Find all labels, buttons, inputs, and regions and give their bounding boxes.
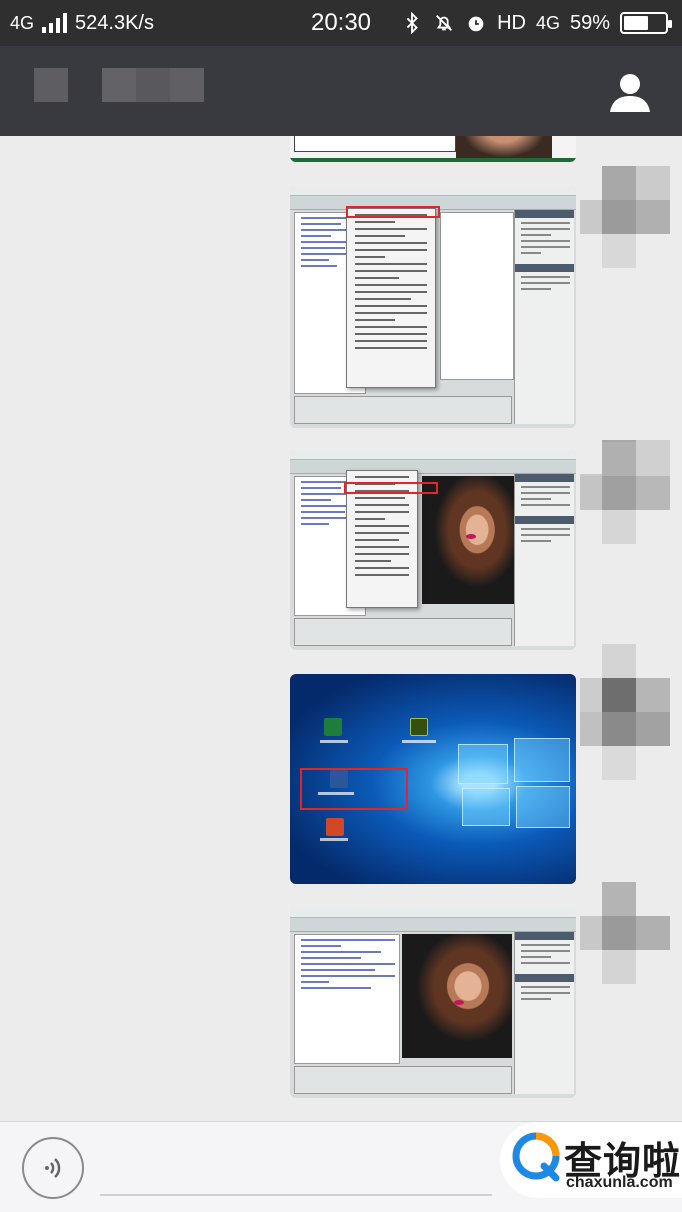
avatar-blurred[interactable] [580, 882, 682, 986]
image-message[interactable] [290, 186, 576, 428]
network-type-right: 4G [535, 12, 560, 33]
voice-icon[interactable] [22, 1137, 84, 1199]
status-bar: 4G 524.3K/s 20:30 HD 4G 59% [0, 0, 682, 46]
chat-title-bar [0, 46, 682, 136]
image-message[interactable] [290, 136, 576, 162]
avatar-blurred[interactable] [580, 442, 682, 546]
watermark-text-en: chaxunla.com [566, 1174, 673, 1191]
battery-icon [620, 12, 672, 34]
mute-icon [436, 15, 453, 31]
watermark: 查询啦 chaxunla.com [500, 1122, 682, 1198]
network-speed: 524.3K/s [75, 11, 154, 34]
person-icon[interactable] [608, 70, 652, 114]
hd-label: HD [497, 11, 526, 34]
network-type: 4G [10, 12, 35, 33]
chaxunla-logo-icon [512, 1132, 560, 1182]
chat-area[interactable] [0, 136, 682, 1121]
image-message[interactable] [290, 908, 576, 1098]
bluetooth-icon [406, 12, 418, 34]
message-input[interactable] [100, 1194, 492, 1196]
alarm-icon [468, 16, 484, 32]
avatar-blurred[interactable] [580, 166, 682, 270]
image-message[interactable] [290, 674, 576, 884]
battery-percent: 59% [569, 11, 610, 34]
image-message[interactable] [290, 450, 576, 650]
avatar-blurred[interactable] [580, 644, 682, 780]
signal-icon [42, 13, 68, 33]
